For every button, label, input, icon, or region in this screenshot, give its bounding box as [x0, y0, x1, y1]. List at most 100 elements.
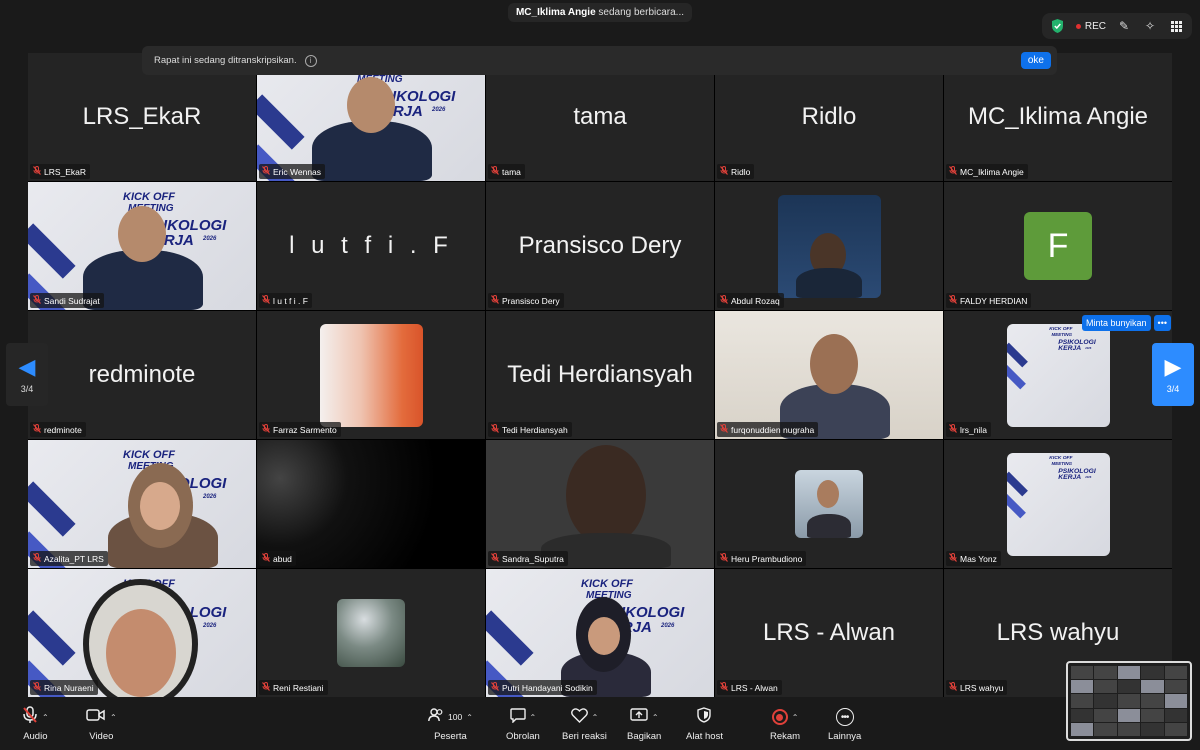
participant-tile[interactable]: KICK OFF MEETING PSIKOLOGI KERJA 2026Aza…: [28, 440, 256, 568]
reactions-caret-icon[interactable]: ⌃: [592, 713, 599, 722]
video-button[interactable]: ⌃ Video: [86, 708, 117, 742]
mic-muted-icon: [949, 166, 957, 177]
participant-tile[interactable]: Farraz Sarmento: [257, 311, 485, 439]
participant-tile[interactable]: KICK OFF MEETING PSIKOLOGI KERJA 2026Rin…: [28, 569, 256, 697]
active-speaker-suffix: sedang berbicara...: [595, 7, 685, 18]
mini-tile: [1094, 722, 1117, 736]
participant-tile[interactable]: abud: [257, 440, 485, 568]
record-label: Rekam: [770, 731, 801, 742]
chat-caret-icon[interactable]: ⌃: [530, 713, 537, 722]
participant-tile[interactable]: Pransisco Dery Pransisco Dery: [486, 182, 714, 310]
record-button[interactable]: ⌃ Rekam: [770, 708, 800, 742]
shield-icon: [697, 707, 712, 727]
mini-tile: [1141, 722, 1164, 736]
reactions-label: Beri reaksi: [562, 731, 607, 742]
participant-tile[interactable]: furqonuddien nugraha: [715, 311, 943, 439]
participant-name: redminote: [44, 424, 82, 435]
participant-name: Tedi Herdiansyah: [502, 424, 568, 435]
participant-tile[interactable]: redminote redminote: [28, 311, 256, 439]
participant-tile[interactable]: KICK OFF MEETING PSIKOLOGI KERJA 2026Put…: [486, 569, 714, 697]
participant-tile[interactable]: Reni Restiani: [257, 569, 485, 697]
participant-display-name: MC_Iklima Angie: [967, 103, 1149, 130]
participant-display-name: Ridlo: [801, 103, 857, 130]
participant-tile[interactable]: LRS - Alwan LRS - Alwan: [715, 569, 943, 697]
transcription-banner: Rapat ini sedang ditranskripsikan. i oke: [142, 46, 1057, 75]
participant-name: Heru Prambudiono: [731, 553, 803, 564]
participant-name-label: FALDY HERDIAN: [946, 293, 1032, 308]
pencil-icon[interactable]: ✎: [1116, 18, 1132, 34]
participant-tile[interactable]: Sandra_Suputra: [486, 440, 714, 568]
share-button[interactable]: ⌃ Bagikan: [627, 707, 661, 742]
participants-button[interactable]: 100 ⌃ Peserta: [428, 708, 473, 742]
ring-button[interactable]: Minta bunyikan: [1082, 315, 1151, 331]
previous-page-button[interactable]: ◀ 3/4: [6, 343, 48, 406]
slide-year: 2026: [661, 623, 675, 629]
mic-muted-icon: [491, 295, 499, 306]
slide-title-line: KICK OFF: [123, 191, 175, 203]
participant-tile[interactable]: l u t f i . F l u t f i . F: [257, 182, 485, 310]
slide-year: 2026: [1085, 475, 1092, 479]
participant-name-label: tama: [488, 164, 525, 179]
participant-name-label: Sandra_Suputra: [488, 551, 568, 566]
mic-muted-icon: [949, 682, 957, 693]
participant-tile[interactable]: Heru Prambudiono: [715, 440, 943, 568]
mini-tile: [1094, 694, 1117, 708]
tile-more-button[interactable]: •••: [1153, 315, 1171, 331]
share-caret-icon[interactable]: ⌃: [652, 713, 659, 722]
info-icon[interactable]: i: [304, 54, 317, 67]
video-caret-icon[interactable]: ⌃: [110, 713, 117, 722]
participant-name-label: LRS - Alwan: [717, 680, 782, 695]
sparkle-icon[interactable]: ✧: [1142, 18, 1158, 34]
reactions-button[interactable]: ⌃ Beri reaksi: [562, 707, 607, 742]
participant-tile[interactable]: KICK OFF MEETING PSIKOLOGI KERJA 2026San…: [28, 182, 256, 310]
video-thumbnail: [795, 470, 863, 538]
participant-tile[interactable]: Abdul Rozaq: [715, 182, 943, 310]
participant-name-label: Rina Nuraeni: [30, 680, 98, 695]
mini-tile: [1071, 694, 1094, 708]
zoom-meeting-window: MC_Iklima Angie sedang berbicara... REC …: [0, 0, 1200, 750]
slide-title-line: KICK OFF: [123, 449, 175, 461]
next-page-button[interactable]: ▶ 3/4: [1152, 343, 1194, 406]
audio-button[interactable]: ⌃ Audio: [22, 706, 49, 742]
participant-tile[interactable]: Tedi Herdiansyah Tedi Herdiansyah: [486, 311, 714, 439]
transcription-text: Rapat ini sedang ditranskripsikan.: [154, 55, 297, 66]
audio-caret-icon[interactable]: ⌃: [42, 713, 49, 722]
avatar: F: [1024, 212, 1092, 280]
participant-name: LRS_EkaR: [44, 166, 87, 177]
more-button[interactable]: ••• Lainnya: [828, 708, 861, 742]
video-label: Video: [89, 731, 114, 742]
video-thumbnail: [337, 599, 405, 667]
participant-tile[interactable]: KICK OFF MEETING PSIKOLOGI KERJA 2026 Mas…: [944, 440, 1172, 568]
participant-name: Rina Nuraeni: [44, 682, 94, 693]
audio-label: Audio: [23, 731, 48, 742]
mini-tile: [1164, 694, 1187, 708]
mini-tile: [1141, 680, 1164, 694]
participant-name: tama: [502, 166, 521, 177]
chat-button[interactable]: ⌃ Obrolan: [506, 707, 540, 742]
record-icon: [771, 709, 788, 725]
participants-icon: [428, 708, 444, 726]
video-thumbnail: [319, 323, 423, 427]
mini-tile: [1164, 708, 1187, 722]
host-tools-button[interactable]: Alat host: [686, 707, 723, 742]
participant-tile[interactable]: F FALDY HERDIAN: [944, 182, 1172, 310]
participants-caret-icon[interactable]: ⌃: [466, 713, 473, 722]
participant-name: Sandi Sudrajat: [44, 295, 100, 306]
record-caret-icon[interactable]: ⌃: [792, 713, 799, 722]
ok-button[interactable]: oke: [1020, 52, 1051, 69]
participant-name: furqonuddien nugraha: [731, 424, 815, 435]
video-feed: [257, 440, 485, 568]
self-view-thumbnail[interactable]: [1066, 661, 1192, 741]
shield-check-icon[interactable]: [1050, 18, 1066, 34]
participant-display-name: redminote: [88, 361, 196, 388]
mini-tile: [1117, 722, 1141, 736]
grid-view-icon[interactable]: [1168, 18, 1184, 34]
chat-label: Obrolan: [506, 731, 540, 742]
video-thumbnail: [777, 194, 881, 298]
participant-name: Azalita_PT LRS: [44, 553, 104, 564]
recording-dot-icon: [1075, 23, 1081, 29]
host-tools-label: Alat host: [686, 731, 723, 742]
recording-indicator[interactable]: REC: [1075, 21, 1106, 32]
mic-muted-icon: [720, 295, 728, 306]
ring-request-controls: Minta bunyikan •••: [1082, 315, 1171, 331]
